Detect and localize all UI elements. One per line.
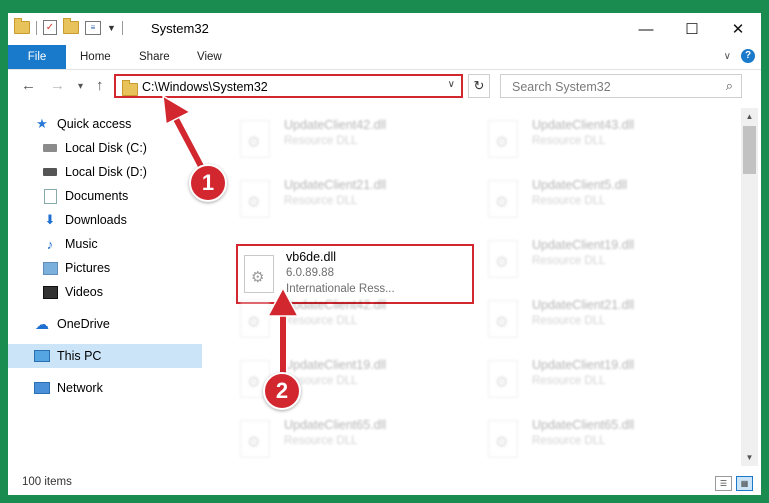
step-2-callout: 2 [263, 372, 301, 410]
annotation-arrow-2 [266, 286, 300, 377]
step-1-callout: 1 [189, 164, 227, 202]
annotation-arrow-1 [162, 94, 208, 175]
annotation-arrows [162, 94, 300, 377]
